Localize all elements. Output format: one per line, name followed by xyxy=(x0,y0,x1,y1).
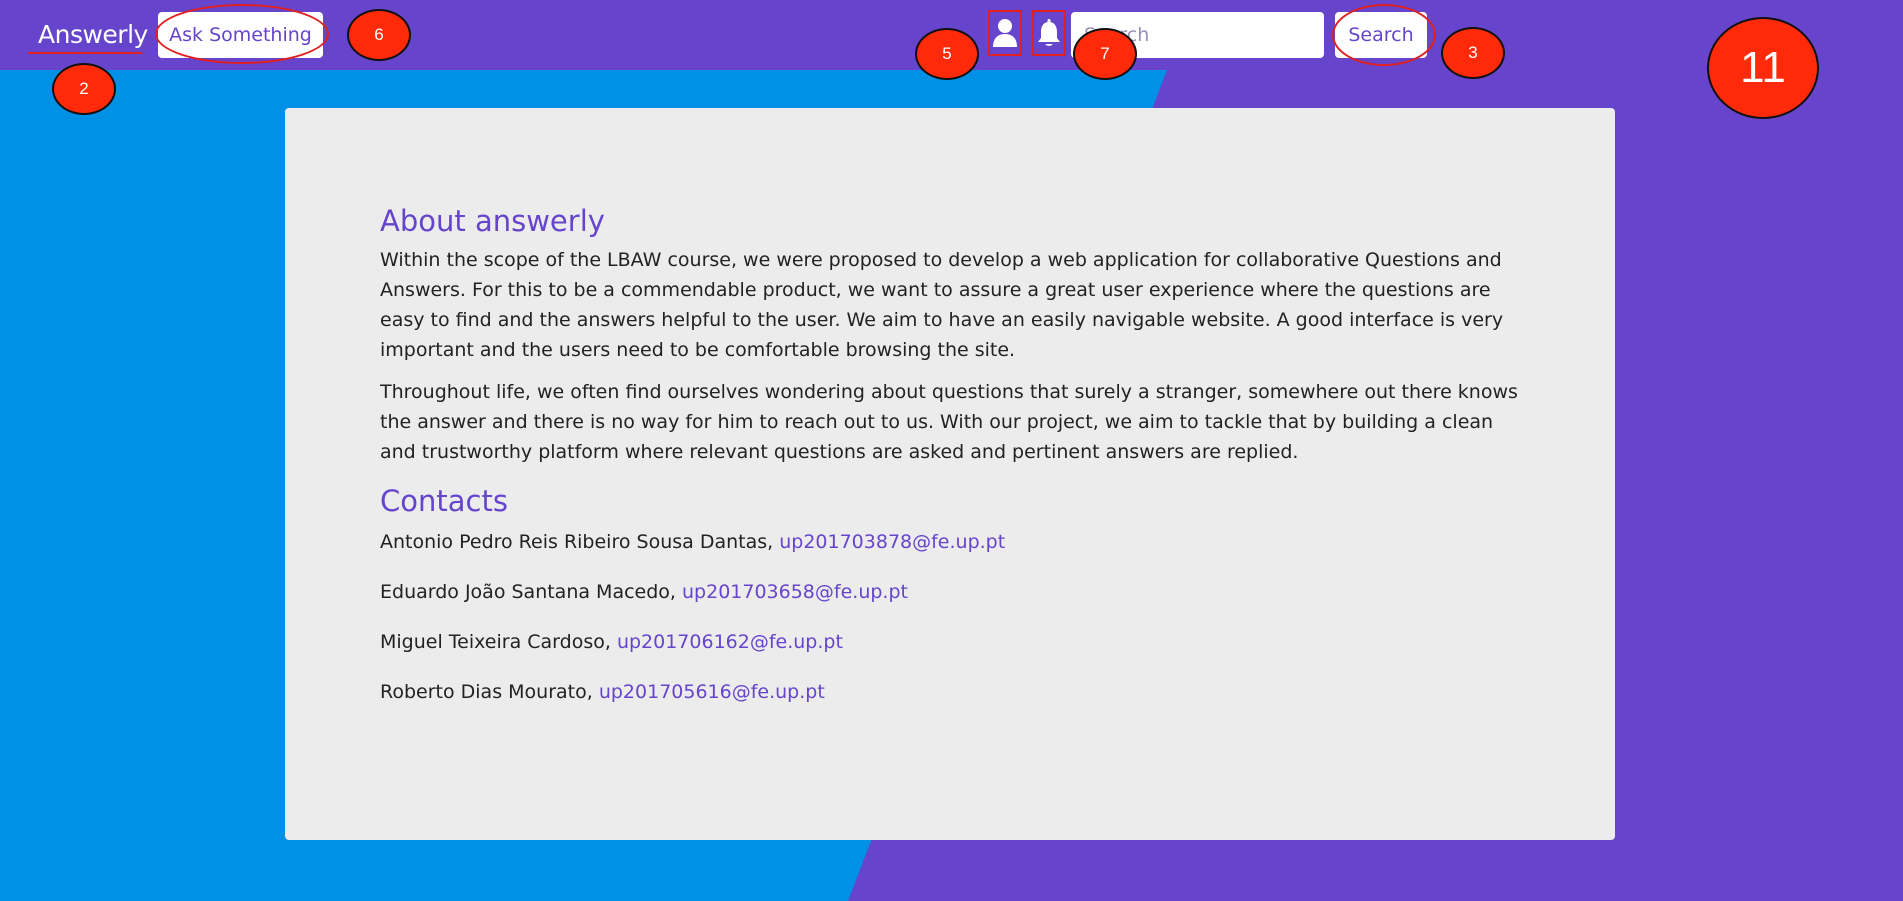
contact-email-link[interactable]: up201703878@fe.up.pt xyxy=(779,531,1005,553)
profile-button[interactable] xyxy=(988,10,1022,56)
contact-item: Antonio Pedro Reis Ribeiro Sousa Dantas,… xyxy=(380,527,1530,577)
annotation-marker-5: 5 xyxy=(915,28,979,80)
about-title: About answerly xyxy=(380,204,605,238)
contact-item: Miguel Teixeira Cardoso, up201706162@fe.… xyxy=(380,627,1530,677)
annotation-marker-11: 11 xyxy=(1707,17,1819,119)
about-content: About answerly Within the scope of the L… xyxy=(380,203,1530,727)
contact-item: Roberto Dias Mourato, up201705616@fe.up.… xyxy=(380,677,1530,727)
contacts-title: Contacts xyxy=(380,484,508,518)
about-paragraph: Throughout life, we often find ourselves… xyxy=(380,381,1518,463)
search-button[interactable]: Search xyxy=(1335,12,1427,58)
user-icon xyxy=(993,19,1017,47)
contact-email-link[interactable]: up201706162@fe.up.pt xyxy=(617,631,843,653)
bell-icon xyxy=(1038,19,1060,46)
contact-name: Miguel Teixeira Cardoso, xyxy=(380,631,611,653)
contact-item: Eduardo João Santana Macedo, up201703658… xyxy=(380,577,1530,627)
notifications-button[interactable] xyxy=(1032,10,1066,56)
contact-email-link[interactable]: up201705616@fe.up.pt xyxy=(599,681,825,703)
annotation-marker-2: 2 xyxy=(52,63,116,115)
about-card: About answerly Within the scope of the L… xyxy=(285,108,1615,840)
contact-email-link[interactable]: up201703658@fe.up.pt xyxy=(682,581,908,603)
annotation-marker-7: 7 xyxy=(1073,28,1137,80)
annotation-marker-6: 6 xyxy=(347,9,411,61)
brand-annotation-underline xyxy=(28,52,142,54)
contact-name: Antonio Pedro Reis Ribeiro Sousa Dantas, xyxy=(380,531,774,553)
contact-name: Eduardo João Santana Macedo, xyxy=(380,581,676,603)
about-paragraph: Within the scope of the LBAW course, we … xyxy=(380,249,1504,361)
brand-logo[interactable]: Answerly xyxy=(38,20,148,49)
ask-something-button[interactable]: Ask Something xyxy=(158,12,323,58)
contact-name: Roberto Dias Mourato, xyxy=(380,681,593,703)
annotation-marker-3: 3 xyxy=(1441,27,1505,79)
